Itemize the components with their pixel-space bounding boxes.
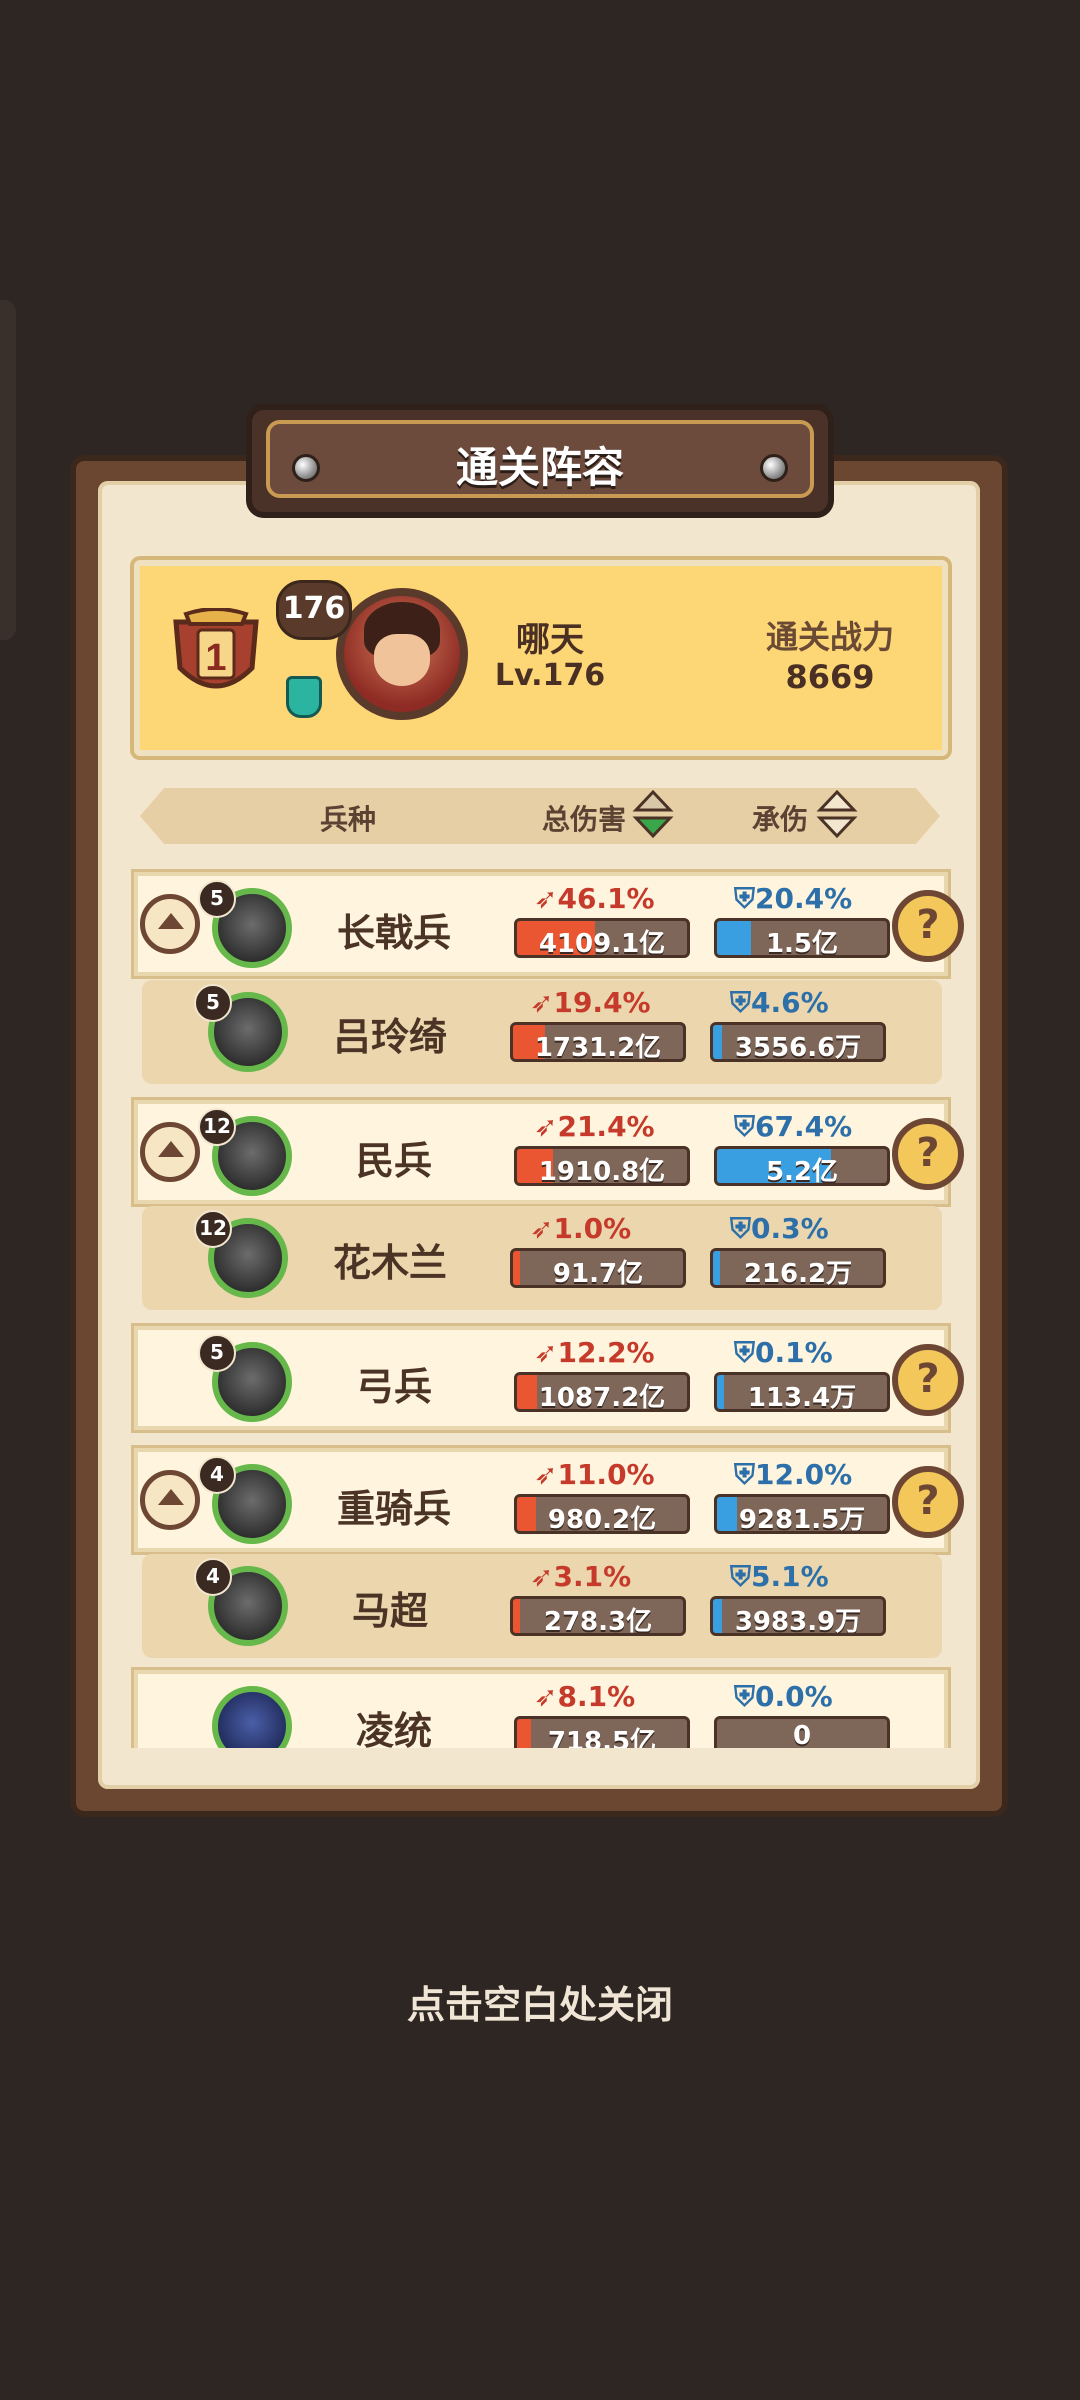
taken-percent: ⛨5.1% [730,1560,829,1593]
taken-bar: 5.2亿 [714,1146,890,1186]
help-button[interactable]: ? [892,1118,964,1190]
damage-percent: ➶21.4% [534,1110,655,1143]
damage-percent: ➶11.0% [534,1458,655,1491]
unit-count: 12 [198,1108,236,1146]
unit-count: 5 [198,880,236,918]
collapse-button[interactable] [140,1122,200,1182]
hero-row: 5 吕玲绮 ➶19.4% 1731.2亿 ⛨4.6% 3556.6万 [142,980,942,1084]
taken-percent: ⛨0.3% [730,1212,829,1245]
damage-percent: ➶12.2% [534,1336,655,1369]
damage-bar: 91.7亿 [510,1248,686,1288]
help-button[interactable]: ? [892,1344,964,1416]
hero-row: 12 花木兰 ➶1.0% 91.7亿 ⛨0.3% 216.2万 [142,1206,942,1310]
taken-bar: 9281.5万 [714,1494,890,1534]
damage-bar: 1910.8亿 [514,1146,690,1186]
hero-count: 12 [194,1210,232,1248]
taken-percent: ⛨4.6% [730,986,829,1019]
hero-row: 4 马超 ➶3.1% 278.3亿 ⛨5.1% 3983.9万 [142,1554,942,1658]
taken-bar: 1.5亿 [714,918,890,958]
unit-row: 12 民兵 ➶21.4% 1910.8亿 ⛨67.4% 5.2亿 ? [134,1100,964,1204]
hero-count: 5 [194,984,232,1022]
unit-row: 凌统 ➶8.1% 718.5亿 ⛨0.0% 0 [134,1670,948,1748]
unit-row: 5 弓兵 ➶12.2% 1087.2亿 ⛨0.1% 113.4万 ? [134,1326,964,1430]
hero-name: 吕玲绮 [332,1015,447,1059]
unit-avatar [212,1686,292,1748]
unit-count: 4 [198,1456,236,1494]
help-button[interactable]: ? [892,890,964,962]
damage-bar: 1087.2亿 [514,1372,690,1412]
damage-percent: ➶46.1% [534,882,655,915]
unit-list[interactable]: 5 长戟兵 ➶46.1% 4109.1亿 ⛨20.4% 1.5亿 ? 5 吕玲绮… [0,0,1080,1748]
damage-percent: ➶19.4% [530,986,651,1019]
unit-row: 4 重骑兵 ➶11.0% 980.2亿 ⛨12.0% 9281.5万 ? [134,1448,964,1552]
damage-percent: ➶1.0% [530,1212,632,1245]
taken-bar: 0 [714,1716,890,1748]
taken-percent: ⛨20.4% [734,882,853,915]
taken-percent: ⛨12.0% [734,1458,853,1491]
unit-name: 长戟兵 [336,911,451,955]
damage-bar: 278.3亿 [510,1596,686,1636]
damage-percent: ➶3.1% [530,1560,632,1593]
hero-name: 花木兰 [332,1241,447,1285]
taken-percent: ⛨0.1% [734,1336,833,1369]
collapse-button[interactable] [140,894,200,954]
damage-bar: 4109.1亿 [514,918,690,958]
damage-bar: 718.5亿 [514,1716,690,1748]
unit-count: 5 [198,1334,236,1372]
unit-row: 5 长戟兵 ➶46.1% 4109.1亿 ⛨20.4% 1.5亿 ? [134,872,964,976]
damage-bar: 1731.2亿 [510,1022,686,1062]
damage-bar: 980.2亿 [514,1494,690,1534]
taken-percent: ⛨0.0% [734,1680,833,1713]
close-hint[interactable]: 点击空白处关闭 [0,1974,1080,2029]
unit-name: 重骑兵 [336,1487,451,1531]
hero-name: 马超 [351,1589,428,1633]
taken-bar: 3983.9万 [710,1596,886,1636]
unit-name: 弓兵 [355,1365,432,1409]
damage-percent: ➶8.1% [534,1680,636,1713]
taken-bar: 216.2万 [710,1248,886,1288]
taken-bar: 3556.6万 [710,1022,886,1062]
unit-name: 民兵 [355,1139,432,1183]
taken-percent: ⛨67.4% [734,1110,853,1143]
taken-bar: 113.4万 [714,1372,890,1412]
collapse-button[interactable] [140,1470,200,1530]
hero-count: 4 [194,1558,232,1596]
help-button[interactable]: ? [892,1466,964,1538]
unit-name: 凌统 [355,1709,432,1748]
